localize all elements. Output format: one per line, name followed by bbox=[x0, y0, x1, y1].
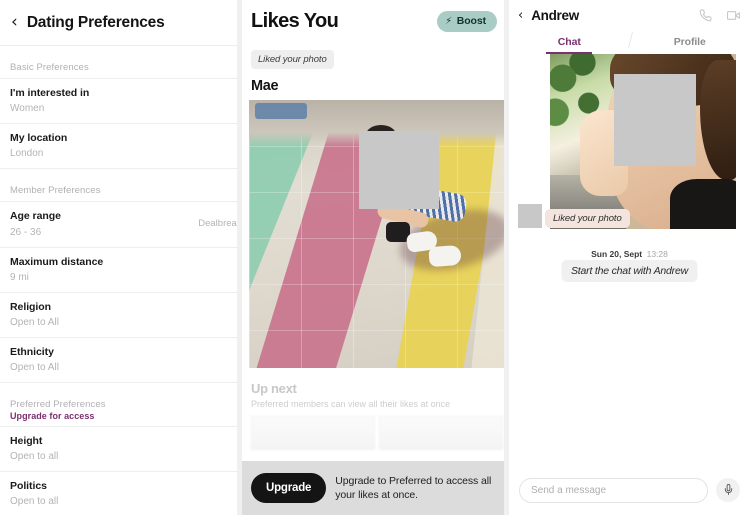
likes-header: Likes You ⚡ Boost bbox=[242, 0, 504, 42]
chat-message-stream[interactable]: Liked your photo Sun 20, Sept 13:28 Star… bbox=[509, 54, 750, 515]
chevron-left-icon[interactable]: ‹ bbox=[518, 8, 523, 23]
pref-label: Ethnicity bbox=[10, 345, 54, 358]
page-title: Dating Preferences bbox=[26, 13, 165, 31]
up-next-card-row bbox=[251, 416, 504, 450]
pref-row-ethnicity[interactable]: Ethnicity Open to All bbox=[0, 336, 237, 384]
video-camera-icon[interactable] bbox=[726, 9, 741, 22]
pref-row-interested-in[interactable]: I'm interested in Women bbox=[0, 78, 237, 123]
pref-label: Height bbox=[10, 435, 43, 448]
pref-row-height[interactable]: Height Open to all bbox=[0, 426, 237, 471]
face-redaction-box bbox=[359, 131, 439, 209]
pref-label: Maximum distance bbox=[10, 255, 104, 268]
pref-label: Religion bbox=[10, 300, 52, 313]
pref-label: I'm interested in bbox=[10, 87, 90, 99]
pref-value: Women bbox=[10, 103, 45, 115]
chat-contact-name: Andrew bbox=[531, 7, 579, 23]
phone-icon[interactable] bbox=[699, 9, 712, 22]
lightning-bolt-icon: ⚡ bbox=[443, 15, 453, 27]
tab-chat[interactable]: Chat bbox=[509, 30, 630, 54]
chat-action-icons bbox=[699, 9, 741, 22]
boost-button-label: Boost bbox=[456, 15, 486, 27]
group-heading-basic: Basic Preferences bbox=[10, 62, 89, 73]
group-heading-member: Member Preferences bbox=[10, 185, 101, 197]
message-composer bbox=[509, 465, 750, 515]
microphone-icon bbox=[723, 483, 734, 498]
like-card-name: Mae bbox=[251, 78, 279, 94]
upgrade-banner-text: Upgrade to Preferred to access all your … bbox=[335, 474, 492, 501]
pref-row-my-location[interactable]: My location London bbox=[0, 123, 237, 170]
chat-photo-message[interactable] bbox=[550, 54, 736, 229]
preferences-header: ‹ Dating Preferences bbox=[0, 0, 237, 45]
tab-profile[interactable]: Profile bbox=[630, 30, 750, 54]
pref-value: Open to All bbox=[10, 316, 59, 328]
background-object bbox=[255, 103, 307, 119]
pref-row-maximum-distance[interactable]: Maximum distance 9 mi bbox=[0, 246, 237, 292]
timestamp-time: 13:28 bbox=[646, 249, 668, 259]
like-card-photo[interactable] bbox=[249, 100, 504, 368]
up-next-subtitle: Preferred members can view all their lik… bbox=[251, 399, 451, 409]
pref-label: My location bbox=[10, 132, 68, 145]
pref-value: 26 - 36 bbox=[10, 226, 42, 238]
up-next-section: Up next Preferred members can view all t… bbox=[242, 368, 504, 450]
liked-your-photo-chip: Liked your photo bbox=[251, 50, 334, 69]
up-next-card-placeholder bbox=[379, 416, 503, 450]
up-next-card-placeholder bbox=[251, 416, 375, 450]
pref-value: Open to All bbox=[10, 362, 59, 374]
liked-your-photo-bubble: Liked your photo bbox=[545, 209, 630, 228]
pref-row-religion[interactable]: Religion Open to All bbox=[0, 291, 237, 337]
pref-value: 9 mi bbox=[10, 271, 29, 283]
avatar bbox=[518, 204, 542, 228]
dating-preferences-panel: ‹ Dating Preferences Basic Preferences I… bbox=[0, 0, 237, 515]
timestamp-date: Sun 20, Sept bbox=[591, 249, 643, 259]
boost-button[interactable]: ⚡ Boost bbox=[436, 10, 497, 32]
start-chat-prompt: Start the chat with Andrew bbox=[561, 260, 698, 282]
photo-shoulder bbox=[670, 179, 736, 229]
likes-body: Liked your photo Mae Up next Preferred m… bbox=[242, 42, 504, 515]
person-shoe-right bbox=[428, 244, 462, 268]
upgrade-banner: Upgrade Upgrade to Preferred to access a… bbox=[242, 461, 504, 515]
message-input[interactable] bbox=[519, 477, 708, 503]
likes-you-panel: Likes You ⚡ Boost Liked your photo Mae U… bbox=[242, 0, 504, 515]
pref-row-politics[interactable]: Politics Open to all bbox=[0, 471, 237, 515]
chat-panel: ‹ Andrew Chat Profile Liked your photo S… bbox=[509, 0, 750, 515]
pref-label: Politics bbox=[10, 480, 47, 493]
pref-value: Open to all bbox=[10, 496, 59, 508]
pref-label: Age range bbox=[10, 210, 61, 223]
group-heading-preferred: Preferred Preferences bbox=[10, 399, 106, 411]
chevron-left-icon[interactable]: ‹ bbox=[11, 14, 18, 31]
pref-value: London bbox=[10, 148, 44, 160]
up-next-title: Up next bbox=[251, 381, 297, 396]
chat-topbar: ‹ Andrew bbox=[509, 0, 750, 30]
preferences-list[interactable]: Basic Preferences I'm interested in Wome… bbox=[0, 45, 237, 515]
pref-value: Open to all bbox=[10, 451, 59, 463]
microphone-button[interactable] bbox=[716, 478, 740, 502]
pref-row-age-range[interactable]: Age range 26 - 36 Dealbreaker bbox=[0, 201, 237, 246]
dealbreaker-badge: Dealbreaker bbox=[198, 218, 237, 230]
upgrade-for-access-link[interactable]: Upgrade for access bbox=[0, 411, 237, 426]
face-redaction-box bbox=[614, 74, 696, 166]
upgrade-button[interactable]: Upgrade bbox=[251, 473, 327, 503]
likes-title: Likes You bbox=[251, 9, 339, 32]
app-root: ‹ Dating Preferences Basic Preferences I… bbox=[0, 0, 750, 515]
